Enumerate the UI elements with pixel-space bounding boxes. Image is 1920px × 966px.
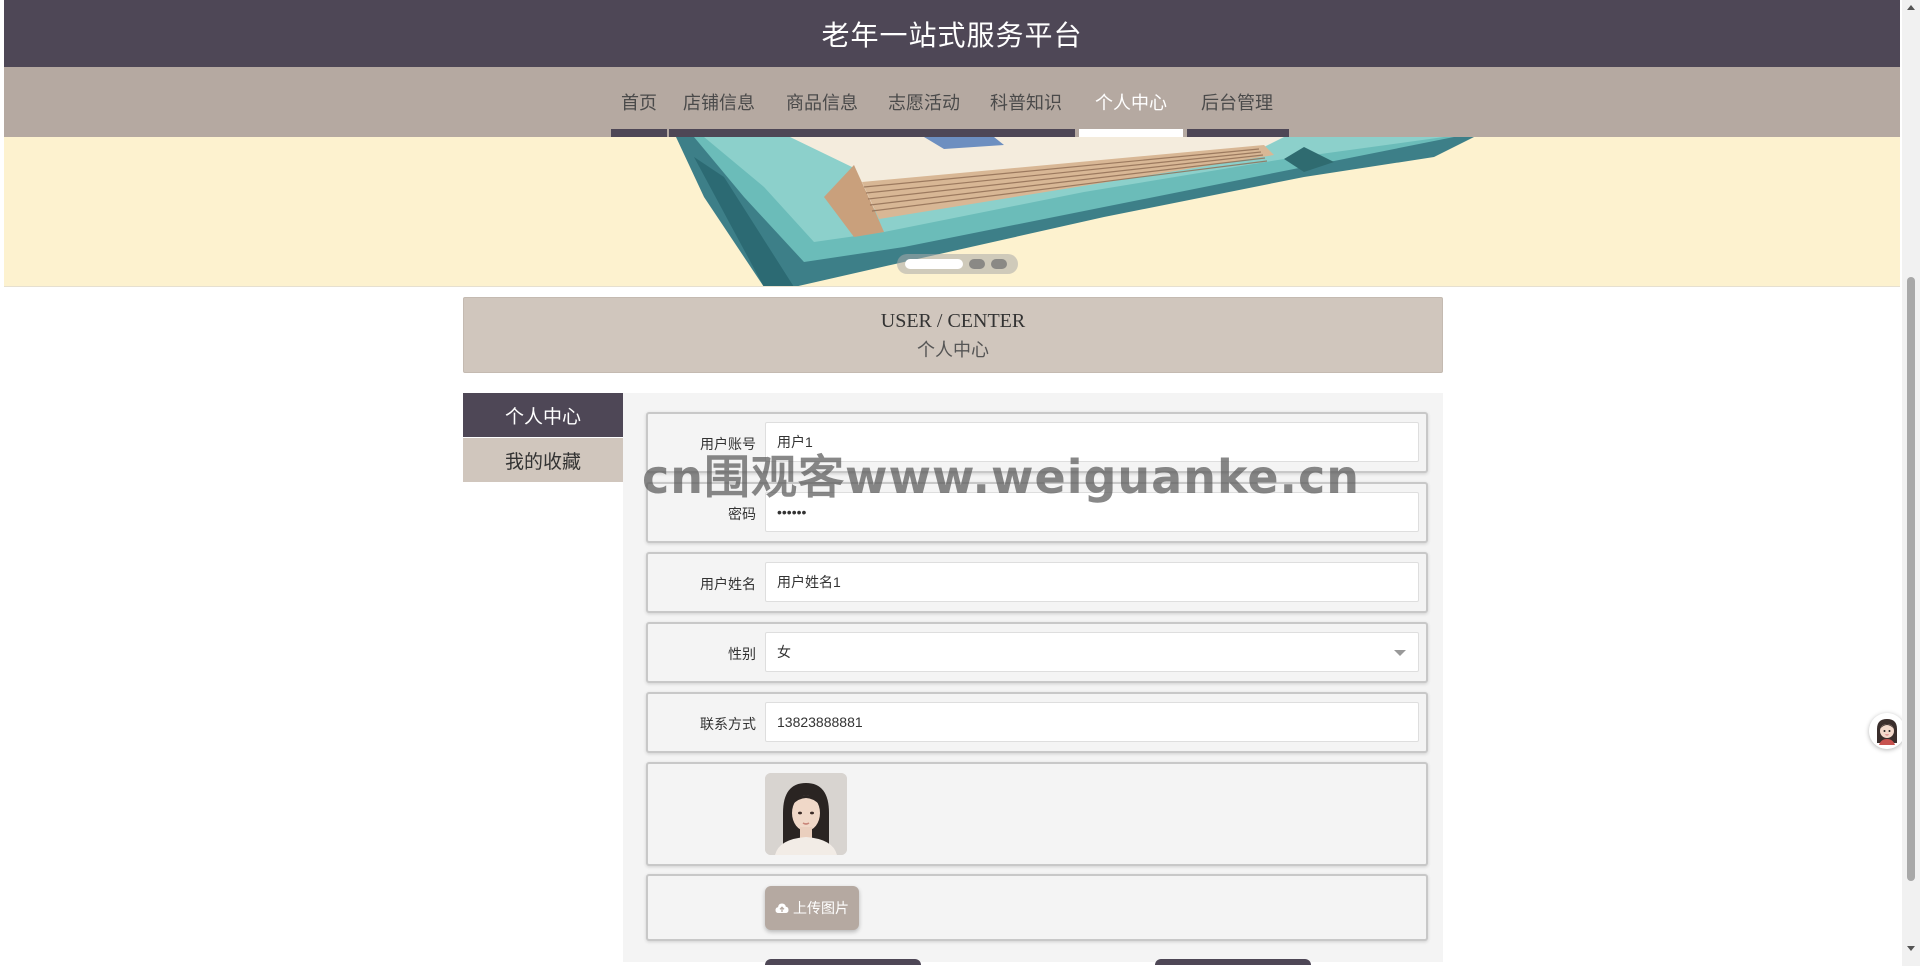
carousel-dot-3[interactable] (991, 259, 1007, 269)
phone-field[interactable]: 13823888881 (765, 702, 1419, 742)
profile-form: 用户账号 用户1 密码 •••••• 用户姓名 用户姓名1 性别 女 联系方式 … (623, 393, 1443, 965)
gender-value: 女 (777, 644, 791, 660)
username-field[interactable]: 用户1 (765, 422, 1419, 462)
form-row-gender: 性别 女 (646, 622, 1428, 683)
site-title: 老年一站式服务平台 (821, 18, 1083, 52)
nav-underline (771, 129, 873, 137)
logout-button-partial[interactable] (1155, 959, 1311, 965)
assistant-face-icon (1869, 713, 1905, 749)
upload-image-button[interactable]: 上传图片 (765, 886, 859, 930)
nav-item-volunteer[interactable]: 志愿活动 (873, 67, 975, 137)
nav-item-products[interactable]: 商品信息 (771, 67, 873, 137)
form-row-username: 用户账号 用户1 (646, 412, 1428, 473)
scrollbar-thumb[interactable] (1907, 277, 1915, 881)
section-title-cn: 个人中心 (917, 340, 989, 360)
phone-label: 联系方式 (700, 717, 756, 733)
side-menu: 个人中心 我的收藏 (463, 393, 623, 483)
nav-underline (669, 129, 771, 137)
username-label: 用户账号 (700, 437, 756, 453)
nav-item-admin[interactable]: 后台管理 (1185, 67, 1289, 137)
form-row-password: 密码 •••••• (646, 482, 1428, 543)
nav-item-home[interactable]: 首页 (611, 67, 667, 137)
assistant-avatar-button[interactable] (1869, 713, 1905, 749)
nav-list: 首页 店铺信息 商品信息 志愿活动 科普知识 个人中心 后台管理 (611, 67, 1289, 137)
nav-underline (873, 129, 975, 137)
avatar-portrait (765, 773, 847, 855)
nav-underline (975, 129, 1075, 137)
password-label: 密码 (728, 507, 756, 523)
form-row-name: 用户姓名 用户姓名1 (646, 552, 1428, 613)
cloud-upload-icon (775, 903, 789, 913)
form-row-phone: 联系方式 13823888881 (646, 692, 1428, 753)
nav-item-label: 科普知识 (990, 93, 1062, 114)
name-field[interactable]: 用户姓名1 (765, 562, 1419, 602)
nav-underline (611, 129, 667, 137)
nav-item-science[interactable]: 科普知识 (975, 67, 1077, 137)
form-row-upload: 上传图片 (646, 874, 1428, 941)
nav-item-label: 后台管理 (1201, 93, 1273, 114)
banner-carousel (4, 137, 1900, 287)
upload-button-label: 上传图片 (793, 901, 849, 917)
browser-viewport: 老年一站式服务平台 首页 店铺信息 商品信息 志愿活动 科普知识 个人中心 后台… (0, 0, 1920, 966)
nav-item-label: 首页 (621, 93, 657, 114)
carousel-indicators (897, 254, 1018, 274)
nav-item-label: 商品信息 (786, 93, 858, 114)
password-field[interactable]: •••••• (765, 492, 1419, 532)
side-item-favorites[interactable]: 我的收藏 (463, 438, 623, 482)
scroll-up-icon[interactable] (1907, 5, 1915, 10)
carousel-dot-2[interactable] (969, 259, 985, 269)
section-title-en: USER / CENTER (880, 310, 1026, 332)
avatar-preview[interactable] (765, 773, 847, 855)
nav-item-label: 店铺信息 (683, 93, 755, 114)
nav-underline-active (1079, 129, 1183, 137)
section-header: USER / CENTER 个人中心 (463, 297, 1443, 373)
carousel-dot-1[interactable] (905, 259, 963, 269)
page: 老年一站式服务平台 首页 店铺信息 商品信息 志愿活动 科普知识 个人中心 后台… (4, 0, 1905, 965)
main-nav: 首页 店铺信息 商品信息 志愿活动 科普知识 个人中心 后台管理 (4, 67, 1900, 137)
gender-select[interactable]: 女 (765, 632, 1419, 672)
side-item-personal-center[interactable]: 个人中心 (463, 393, 623, 437)
nav-item-shops[interactable]: 店铺信息 (667, 67, 771, 137)
name-label: 用户姓名 (700, 577, 756, 593)
nav-item-personal-center[interactable]: 个人中心 (1077, 67, 1185, 137)
vertical-scrollbar[interactable] (1902, 0, 1920, 966)
scroll-down-icon[interactable] (1907, 946, 1915, 951)
gender-label: 性别 (728, 647, 756, 663)
nav-item-label: 志愿活动 (888, 93, 960, 114)
update-button-partial[interactable] (765, 959, 921, 965)
nav-underline (1187, 129, 1289, 137)
nav-item-label: 个人中心 (1095, 93, 1167, 114)
site-header: 老年一站式服务平台 (4, 0, 1900, 67)
chevron-down-icon (1394, 650, 1406, 656)
form-row-avatar (646, 762, 1428, 866)
